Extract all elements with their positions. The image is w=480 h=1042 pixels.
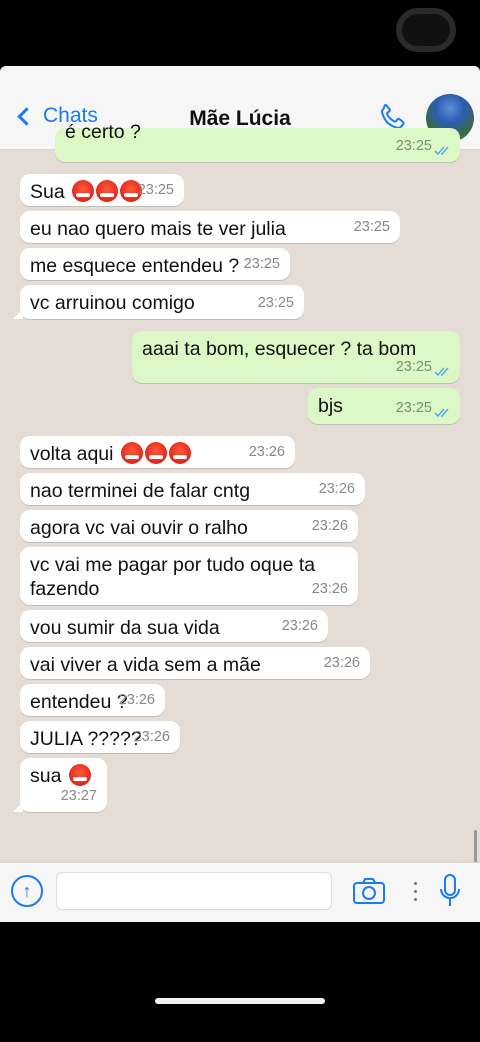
message-text: aaai ta bom, esquecer ? ta bom [142, 338, 417, 360]
message-text: me esquece entendeu ? [30, 255, 240, 277]
message-text: vc arruinou comigo [30, 292, 195, 314]
message-bubble[interactable]: nao terminei de falar cntg 23:26 [20, 473, 365, 505]
message-text: vai viver a vida sem a mãe [30, 654, 261, 676]
message-time: 23:25 [395, 359, 432, 375]
message-bubble[interactable]: agora vc vai ouvir o ralho 23:26 [20, 510, 358, 542]
message-text: volta aqui [30, 443, 114, 465]
message-time: 23:26 [311, 518, 348, 534]
status-area [0, 0, 480, 66]
message-text: agora vc vai ouvir o ralho [30, 517, 248, 539]
message-bubble[interactable]: vou sumir da sua vida 23:26 [20, 610, 328, 642]
camera-icon[interactable] [352, 877, 386, 905]
message-text: vou sumir da sua vida [30, 617, 220, 639]
message-time: 23:25 [395, 400, 432, 416]
message-bubble[interactable]: eu nao quero mais te ver julia 23:25 [20, 211, 400, 243]
message-bubble[interactable]: Sua 23:25 [20, 174, 184, 206]
message-bubble[interactable]: aaai ta bom, esquecer ? ta bom 23:25 [132, 331, 460, 383]
message-bubble[interactable]: entendeu ? 23:26 [20, 684, 165, 716]
message-bubble[interactable]: me esquece entendeu ? 23:25 [20, 248, 290, 280]
message-time: 23:26 [323, 655, 360, 671]
double-check-icon [434, 408, 449, 418]
input-bar: ↑ [0, 862, 480, 922]
front-camera [396, 8, 456, 52]
double-check-icon [434, 367, 449, 377]
message-bubble[interactable]: é certo ? 23:25 [55, 121, 460, 162]
home-indicator[interactable] [155, 998, 325, 1004]
angry-face-icon [68, 764, 91, 786]
message-time: 23:25 [243, 256, 280, 272]
more-icon [410, 879, 420, 903]
message-time: 23:26 [281, 618, 318, 634]
message-text: JULIA ????? [30, 728, 142, 750]
message-text: sua [30, 765, 62, 787]
message-time: 23:25 [257, 295, 294, 311]
message-list: é certo ? 23:25 Sua 23:25 eu nao quero m… [0, 121, 480, 922]
message-time: 23:26 [318, 481, 355, 497]
message-time: 23:25 [137, 182, 174, 198]
message-bubble[interactable]: volta aqui 23:26 [20, 436, 295, 468]
message-text: é certo ? [65, 121, 141, 143]
arrow-up-circle-icon[interactable]: ↑ [11, 875, 43, 907]
message-text: eu nao quero mais te ver julia [30, 218, 286, 240]
message-time: 23:26 [311, 581, 348, 597]
message-text: bjs [318, 395, 343, 417]
microphone-icon[interactable] [438, 873, 462, 909]
message-text: nao terminei de falar cntg [30, 480, 251, 502]
message-bubble[interactable]: sua 23:27 [13, 758, 107, 812]
message-text: Sua [30, 181, 65, 203]
message-text: vc vai me pagar por tudo oque ta fazendo [30, 554, 316, 600]
message-bubble[interactable]: vai viver a vida sem a mãe 23:26 [20, 647, 370, 679]
message-bubble[interactable]: vc vai me pagar por tudo oque ta fazendo… [20, 547, 358, 605]
angry-face-icon [144, 442, 167, 464]
message-time: 23:25 [353, 219, 390, 235]
message-text: entendeu ? [30, 691, 128, 713]
angry-face-icon [72, 180, 95, 202]
message-time: 23:26 [118, 692, 155, 708]
bubble-tail [13, 802, 23, 812]
bubble-tail [13, 309, 23, 319]
message-bubble[interactable]: vc arruinou comigo 23:25 [13, 285, 304, 319]
angry-face-icon [168, 442, 191, 464]
message-time: 23:26 [133, 729, 170, 745]
message-bubble[interactable]: JULIA ????? 23:26 [20, 721, 180, 753]
message-bubble[interactable]: bjs 23:25 [308, 388, 460, 424]
bottom-bezel [0, 922, 480, 1042]
message-time: 23:26 [248, 444, 285, 460]
angry-face-icon [120, 442, 143, 464]
angry-face-icon [96, 180, 119, 202]
double-check-icon [434, 146, 449, 156]
message-input[interactable] [56, 872, 332, 910]
message-time: 23:25 [395, 138, 432, 154]
chat-screen: Chats Mãe Lúcia é certo ? 23:25 Sua 23:2… [0, 66, 480, 922]
message-time: 23:27 [60, 788, 97, 804]
